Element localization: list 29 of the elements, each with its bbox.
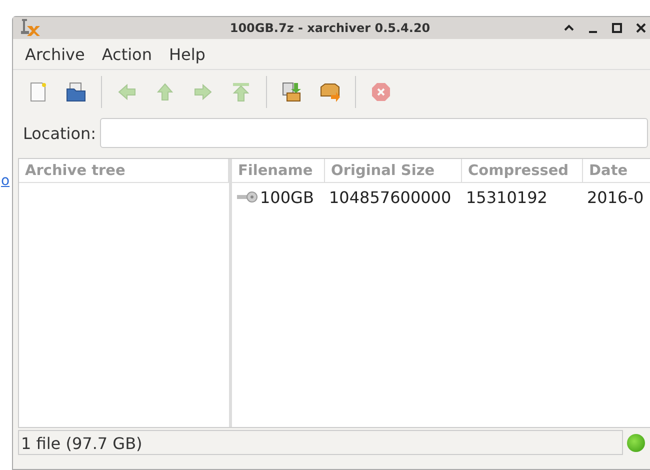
menu-item[interactable]: Archive [25,45,85,64]
column-header[interactable]: Archive tree [19,159,229,183]
folder-icon [65,81,87,103]
box-arrow-icon [319,81,341,103]
table-cell: 15310192 [466,188,548,206]
table-cell: 2016-0 [587,188,644,206]
table-cell: 104857600000 [329,188,452,206]
close-icon[interactable] [635,22,647,34]
up-arrow-icon [154,81,176,103]
background-link[interactable]: o [1,173,10,189]
status-text: 1 file (97.7 GB) [18,430,623,455]
menu-item[interactable]: Action [102,45,152,64]
column-header[interactable]: Date [583,159,650,183]
status-indicator-icon [627,434,645,452]
column-header[interactable]: Compressed [462,159,583,183]
window-title: 100GB.7z - xarchiver 0.5.4.20 [230,21,430,35]
app-logo-icon [19,18,41,38]
extract-box-icon [281,81,303,103]
column-header[interactable]: Original Size [325,159,462,183]
left-arrow-icon [116,81,138,103]
location-label: Location: [23,124,96,142]
menu-item[interactable]: Help [168,45,206,64]
location-field[interactable] [100,118,648,148]
column-header[interactable]: Filename [232,159,325,183]
top-arrow-icon [230,81,252,103]
stop-icon [370,81,392,103]
table-cell: 100GB [260,188,314,206]
maximize-icon[interactable] [611,22,623,34]
right-arrow-icon [192,81,214,103]
